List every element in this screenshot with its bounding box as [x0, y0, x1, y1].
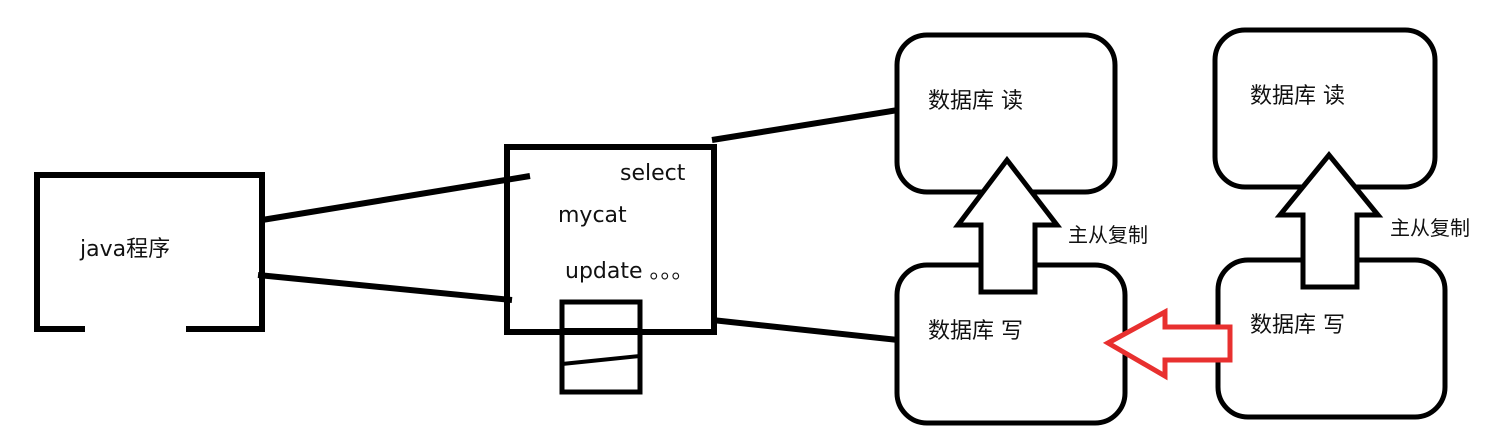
connector-java-mycat-top	[261, 173, 531, 223]
storage-divider-bottom	[561, 354, 641, 366]
connector-java-mycat-bottom	[257, 272, 513, 303]
architecture-diagram: java程序 select mycat update 。。。 数据库 读 数据库…	[34, 27, 1470, 426]
db-read-label-1: 数据库 读	[928, 89, 1023, 114]
replication-arrow-2	[1274, 151, 1384, 290]
replication-label-1: 主从复制	[1068, 223, 1148, 247]
mycat-storage-box	[559, 299, 643, 395]
select-label: select	[620, 161, 686, 186]
replication-label-2: 主从复制	[1390, 216, 1470, 240]
replication-arrow-1	[952, 155, 1063, 295]
connector-mycat-db-write	[711, 317, 899, 343]
db-write-label-2: 数据库 写	[1250, 313, 1345, 338]
db-write-label-1: 数据库 写	[928, 319, 1023, 344]
db-read-label-2: 数据库 读	[1250, 84, 1345, 109]
update-label: update 。。。	[565, 259, 694, 284]
connector-mycat-db-read	[711, 107, 899, 143]
java-program-label: java程序	[79, 237, 170, 262]
mycat-label: mycat	[558, 203, 627, 228]
